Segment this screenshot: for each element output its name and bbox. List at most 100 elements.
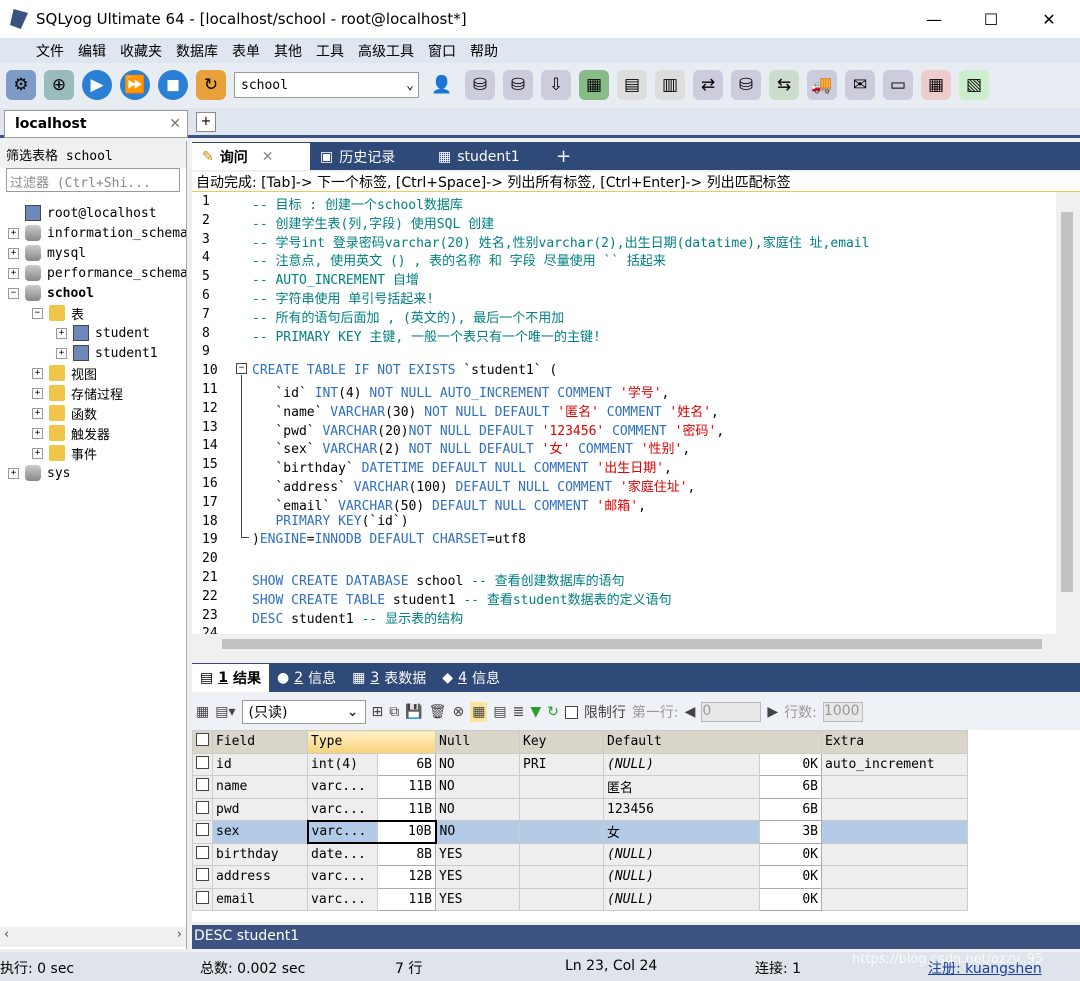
checkbox[interactable] xyxy=(196,845,209,859)
tree-horizontal-scrollbar[interactable]: ‹ › xyxy=(0,927,186,947)
menu-item[interactable]: 其他 xyxy=(274,41,302,61)
cell-null[interactable]: NO xyxy=(435,775,520,799)
cell-key[interactable] xyxy=(519,797,604,821)
cell-type-len[interactable]: 12B xyxy=(377,865,436,889)
cell-default[interactable]: (NULL) xyxy=(603,865,760,889)
column-header[interactable]: Field xyxy=(212,730,308,754)
refresh-icon[interactable]: ↻ xyxy=(547,704,559,720)
menu-item[interactable]: 高级工具 xyxy=(358,41,414,61)
tree-node[interactable]: + student xyxy=(0,323,186,343)
cell-field[interactable]: name xyxy=(212,775,308,799)
tab-history[interactable]: ▣ 历史记录 xyxy=(310,143,428,170)
cell-default-len[interactable]: 0K xyxy=(759,887,822,911)
result-tab[interactable]: ◆ 4 信息 xyxy=(434,664,508,692)
table-row[interactable]: id int(4) 6B NO PRI (NULL) 0K auto_increment xyxy=(192,752,968,776)
tree-node[interactable]: + 存储过程 xyxy=(0,383,186,403)
checkbox[interactable] xyxy=(196,778,209,792)
database-select[interactable]: school ⌄ xyxy=(234,72,419,98)
expand-icon[interactable]: + xyxy=(32,427,43,439)
menu-item[interactable]: 数据库 xyxy=(176,41,218,61)
tree-node[interactable]: − school xyxy=(0,283,186,303)
cell-key[interactable] xyxy=(519,775,604,799)
menu-item[interactable]: 工具 xyxy=(316,41,344,61)
next-page-icon[interactable]: ▶ xyxy=(767,704,778,720)
cell-field[interactable]: id xyxy=(212,752,308,776)
save-icon[interactable]: 💾 xyxy=(405,704,422,720)
cell-field[interactable]: sex xyxy=(212,820,308,844)
cell-extra[interactable] xyxy=(821,797,968,821)
add-connection-button[interactable]: + xyxy=(196,112,216,132)
result-tab[interactable]: ▤ 1 结果 xyxy=(192,664,269,692)
filter-icon[interactable]: ▼ xyxy=(530,704,541,720)
limit-rows-checkbox[interactable] xyxy=(564,705,578,719)
insert-row-icon[interactable]: ⊞ xyxy=(372,704,384,720)
compare-icon[interactable]: ⇆ xyxy=(769,70,799,100)
cell-default-len[interactable]: 0K xyxy=(759,752,822,776)
cell-type-len[interactable]: 8B xyxy=(377,842,436,866)
cell-field[interactable]: birthday xyxy=(212,842,308,866)
checkbox[interactable] xyxy=(196,823,209,837)
result-mode-select[interactable]: (只读) ⌄ xyxy=(241,700,366,724)
cell-default-len[interactable]: 6B xyxy=(759,797,822,821)
cell-key[interactable] xyxy=(519,842,604,866)
first-row-input[interactable]: 0 xyxy=(701,702,762,722)
cell-key[interactable] xyxy=(519,820,604,844)
column-header[interactable]: Key xyxy=(519,730,604,754)
cell-default[interactable]: 匿名 xyxy=(603,775,760,799)
cell-type-len[interactable]: 11B xyxy=(377,775,436,799)
cell-extra[interactable]: auto_increment xyxy=(821,752,968,776)
grid-export-icon[interactable]: ▦ xyxy=(579,70,609,100)
expand-icon[interactable]: + xyxy=(8,467,19,479)
table-row[interactable]: pwd varc... 11B NO 123456 6B xyxy=(192,797,968,821)
cell-type[interactable]: varc... xyxy=(307,887,378,911)
filter-input[interactable]: 过滤器 (Ctrl+Shi... xyxy=(6,168,180,192)
column-header[interactable]: Null xyxy=(435,730,520,754)
expand-icon[interactable]: + xyxy=(32,367,43,379)
expand-icon[interactable]: + xyxy=(8,227,19,239)
cell-null[interactable]: NO xyxy=(435,797,520,821)
cell-default[interactable]: (NULL) xyxy=(603,887,760,911)
checkbox[interactable] xyxy=(196,800,209,814)
cell-key[interactable] xyxy=(519,865,604,889)
menu-item[interactable]: 表单 xyxy=(232,41,260,61)
table-row[interactable]: email varc... 11B YES (NULL) 0K xyxy=(192,887,968,911)
cell-default[interactable]: 123456 xyxy=(603,797,760,821)
cell-extra[interactable] xyxy=(821,865,968,889)
cell-default[interactable]: (NULL) xyxy=(603,752,760,776)
row-checkbox-cell[interactable] xyxy=(192,820,213,844)
cell-field[interactable]: address xyxy=(212,865,308,889)
row-checkbox-cell[interactable] xyxy=(192,752,213,776)
scroll-right-icon[interactable]: › xyxy=(177,927,182,947)
execute-icon[interactable]: ▶ xyxy=(82,70,112,100)
collapse-icon[interactable]: − xyxy=(32,307,43,319)
grid-view-icon[interactable]: ▦ xyxy=(470,702,488,722)
tree-node[interactable]: + mysql xyxy=(0,243,186,263)
tab-student1[interactable]: ▦ student1 xyxy=(428,143,546,170)
menu-item[interactable]: 帮助 xyxy=(470,41,498,61)
form-view-icon[interactable]: ▤ xyxy=(493,704,506,720)
editor-horizontal-scrollbar[interactable] xyxy=(192,634,1078,654)
cell-type-len[interactable]: 10B xyxy=(377,819,437,844)
expand-icon[interactable]: + xyxy=(32,407,43,419)
cell-field[interactable]: email xyxy=(212,887,308,911)
text-view-icon[interactable]: ≣ xyxy=(513,704,525,720)
query-builder-icon[interactable]: ▧ xyxy=(959,70,989,100)
delete-icon[interactable]: 🗑 xyxy=(429,704,447,720)
tree-node[interactable]: root@localhost xyxy=(0,203,186,223)
tab-query[interactable]: ✎ 询问 ✕ xyxy=(192,143,310,170)
cell-type[interactable]: int(4) xyxy=(307,752,378,776)
cell-type[interactable]: date... xyxy=(307,842,378,866)
table-row[interactable]: name varc... 11B NO 匿名 6B xyxy=(192,775,968,799)
schema-icon[interactable]: ▥ xyxy=(655,70,685,100)
checkbox[interactable] xyxy=(196,890,209,904)
prev-page-icon[interactable]: ◀ xyxy=(685,704,696,720)
close-button[interactable]: ✕ xyxy=(1020,0,1078,38)
notification-icon[interactable]: ✉ xyxy=(845,70,875,100)
tree-node[interactable]: + 函数 xyxy=(0,403,186,423)
checkbox[interactable] xyxy=(196,868,209,882)
collapse-icon[interactable]: − xyxy=(8,287,19,299)
cell-default-len[interactable]: 3B xyxy=(759,820,822,844)
cell-key[interactable]: PRI xyxy=(519,752,604,776)
row-checkbox-cell[interactable] xyxy=(192,887,213,911)
cell-null[interactable]: YES xyxy=(435,865,520,889)
